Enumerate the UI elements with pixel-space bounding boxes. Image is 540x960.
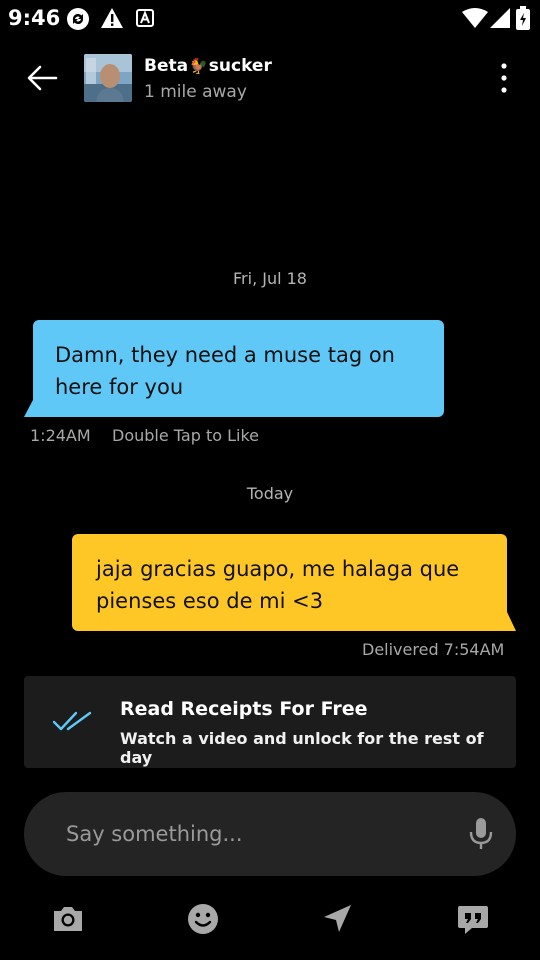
rooster-emoji: 🐓 bbox=[189, 57, 208, 75]
contact-distance: 1 mile away bbox=[144, 82, 247, 102]
double-check-icon bbox=[52, 711, 92, 731]
back-arrow-icon[interactable] bbox=[22, 58, 62, 98]
camera-icon[interactable] bbox=[51, 902, 85, 936]
saved-phrases-icon[interactable] bbox=[456, 902, 490, 936]
chat-header: Beta🐓sucker 1 mile away bbox=[0, 46, 540, 110]
a-icon bbox=[136, 9, 154, 27]
bottom-toolbar bbox=[0, 896, 540, 940]
message-composer bbox=[24, 792, 516, 876]
incoming-message-bubble[interactable]: Damn, they need a muse tag on here for y… bbox=[33, 320, 444, 417]
sync-icon bbox=[67, 8, 89, 30]
wifi-icon bbox=[462, 8, 488, 28]
emoji-icon[interactable] bbox=[186, 902, 220, 936]
read-receipts-promo[interactable]: Read Receipts For Free Watch a video and… bbox=[24, 676, 516, 768]
receipts-title: Read Receipts For Free bbox=[120, 698, 368, 720]
delivery-status: Delivered 7:54AM bbox=[362, 640, 505, 659]
outgoing-message-bubble[interactable]: jaja gracias guapo, me halaga que piense… bbox=[72, 534, 507, 631]
signal-icon bbox=[490, 8, 510, 28]
date-separator: Today bbox=[246, 484, 294, 503]
status-time: 9:46 bbox=[8, 6, 61, 30]
contact-name-first: Beta bbox=[144, 56, 189, 76]
battery-icon bbox=[516, 6, 530, 30]
avatar-photo bbox=[84, 54, 132, 102]
warning-icon bbox=[101, 8, 123, 28]
date-separator: Fri, Jul 18 bbox=[233, 269, 307, 288]
message-time: 1:24AM bbox=[30, 426, 91, 445]
message-input[interactable] bbox=[66, 816, 446, 852]
double-tap-hint: Double Tap to Like bbox=[112, 426, 259, 445]
microphone-icon[interactable] bbox=[468, 816, 494, 852]
status-bar: 9:46 bbox=[0, 0, 540, 36]
receipts-subtitle: Watch a video and unlock for the rest of… bbox=[120, 729, 484, 767]
contact-name[interactable]: Beta🐓sucker bbox=[144, 56, 272, 76]
location-icon[interactable] bbox=[320, 902, 354, 936]
contact-name-last: sucker bbox=[208, 56, 272, 76]
avatar[interactable] bbox=[84, 54, 132, 102]
more-options-icon[interactable] bbox=[492, 60, 516, 96]
